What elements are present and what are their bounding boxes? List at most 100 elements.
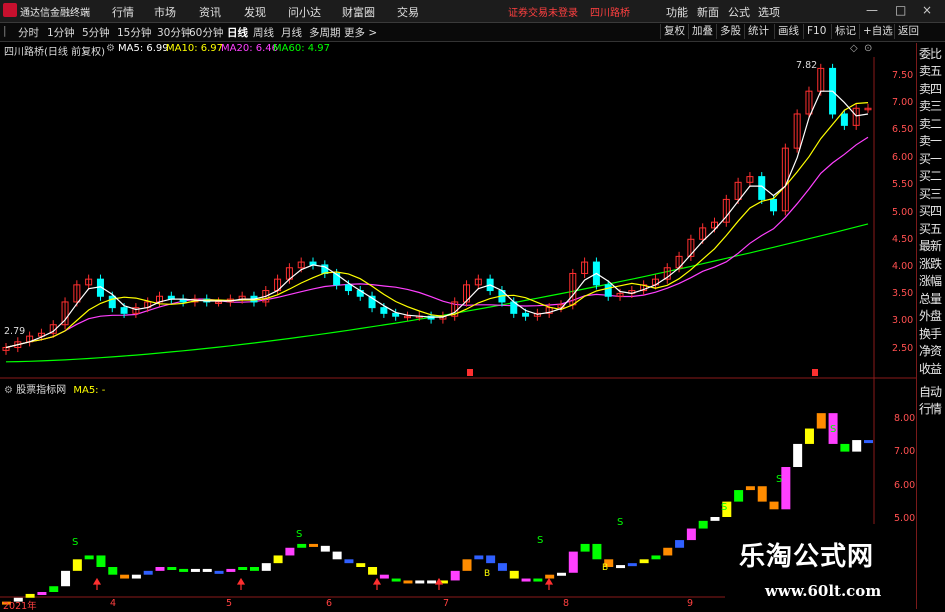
indicator-bar (297, 543, 307, 548)
event-flag-icon (812, 369, 818, 376)
panel-item[interactable]: 买四 (919, 203, 945, 221)
indicator-bar (698, 520, 708, 529)
indicator-bar (533, 578, 543, 582)
indicator-bar (214, 570, 224, 574)
price-tick: 7.50 (892, 70, 914, 81)
indicator-bar (521, 578, 531, 582)
indicator-bar (745, 486, 755, 491)
indicator-bar (639, 559, 649, 564)
indicator-bar (120, 574, 130, 579)
indicator-bar (167, 567, 177, 570)
price-tick: 3.00 (892, 315, 914, 326)
indicator-bar (462, 559, 472, 571)
price-tick: 3.50 (892, 288, 914, 299)
indicator-bar (131, 574, 141, 579)
panel-item[interactable]: 收益 (919, 361, 945, 379)
indicator-bar (261, 563, 271, 571)
panel-item[interactable]: 外盘 (919, 308, 945, 326)
indicator-bar (852, 440, 862, 452)
panel-item[interactable]: 卖三 (919, 98, 945, 116)
indicator-bar (556, 572, 566, 576)
indicator-bar (202, 568, 212, 572)
indicator-bar (309, 543, 319, 547)
buy-arrow-icon (236, 577, 246, 590)
indicator-bar (427, 580, 437, 584)
indicator-bar (486, 555, 496, 564)
indicator-bar (627, 563, 637, 567)
indicator-bar (84, 555, 94, 560)
sell-signal-label: S (537, 535, 543, 546)
panel-item[interactable]: 最新 (919, 238, 945, 256)
indicator-bar (96, 555, 106, 567)
buy-arrow-icon (372, 577, 382, 590)
watermark: 乐淘公式网 www.60lt.com (725, 524, 916, 609)
indicator-name[interactable]: 股票指标网 (16, 385, 66, 396)
indicator-bar (273, 555, 283, 564)
indicator-bar (37, 592, 47, 595)
sell-signal-label: S (617, 517, 623, 528)
indicator-bar (391, 578, 401, 582)
panel-item[interactable]: 涨跌 (919, 256, 945, 274)
panel-item[interactable]: 卖五 (919, 63, 945, 81)
date-tick: 6 (326, 598, 333, 609)
panel-item-auto[interactable]: 自动 (919, 384, 945, 402)
indicator-bar (179, 568, 189, 572)
indicator-bar (356, 563, 366, 567)
panel-item[interactable]: 卖二 (919, 116, 945, 134)
candle-body (604, 284, 612, 297)
indicator-tick: 7.00 (894, 446, 916, 457)
indicator-tick: 8.00 (894, 413, 916, 424)
sell-signal-label: S (296, 529, 302, 540)
panel-item[interactable]: 总量 (919, 291, 945, 309)
sell-signal-label: S (830, 424, 836, 435)
ma60-line (5, 223, 869, 363)
panel-item[interactable]: 买五 (919, 221, 945, 239)
candle-body (840, 113, 848, 126)
indicator-ma: MA5: - (73, 385, 106, 396)
panel-item-quotes[interactable]: 行情 (919, 401, 945, 419)
panel-item[interactable]: 卖四 (919, 81, 945, 99)
indicator-bar (651, 555, 661, 560)
indicator-settings-icon[interactable]: ⚙ (4, 385, 13, 396)
quote-side-panel: 委比 卖五 卖四 卖三 卖二 卖一 买一 买二 买三 买四 买五 最新 涨跌 涨… (916, 43, 945, 609)
panel-item[interactable]: 买一 (919, 151, 945, 169)
ma10-path (5, 102, 869, 349)
low-price-label: 2.79 (4, 326, 26, 337)
ma5-line (5, 90, 869, 349)
date-tick: 7 (443, 598, 450, 609)
price-tick: 7.00 (892, 97, 914, 108)
indicator-bar (616, 565, 626, 569)
buy-signal-label: B (602, 563, 608, 573)
indicator-bar (72, 559, 82, 571)
sell-signal-label: S (72, 537, 78, 548)
candle-body (120, 307, 128, 314)
sell-signal-label: S (721, 502, 727, 513)
ma5-path (5, 90, 869, 349)
ma10-line (5, 102, 869, 349)
candle-body (333, 272, 341, 286)
indicator-bar (497, 563, 507, 571)
indicator-bar (155, 567, 165, 571)
kline-chart[interactable]: S S S S S S S B B (0, 0, 945, 609)
price-tick: 5.50 (892, 179, 914, 190)
date-tick: 9 (687, 598, 694, 609)
buy-signal-label: B (484, 569, 490, 579)
panel-item[interactable]: 委比 (919, 46, 945, 64)
panel-item[interactable]: 买二 (919, 168, 945, 186)
panel-item[interactable]: 净资 (919, 343, 945, 361)
panel-item[interactable]: 卖一 (919, 133, 945, 151)
watermark-title: 乐淘公式网 (739, 542, 875, 572)
buy-arrow-icon (544, 577, 554, 590)
indicator-bar (781, 467, 791, 510)
panel-item[interactable]: 涨幅 (919, 273, 945, 291)
panel-item[interactable]: 换手 (919, 326, 945, 344)
indicator-bar (816, 413, 826, 429)
candle-body (392, 312, 400, 317)
sell-signal-label: S (776, 474, 782, 485)
watermark-url: www.60lt.com (765, 582, 882, 600)
panel-item[interactable]: 买三 (919, 186, 945, 204)
high-price-label: 7.82 (796, 60, 818, 71)
indicator-tick: 5.00 (894, 513, 916, 524)
indicator-bar (864, 440, 873, 444)
indicator-bar (344, 559, 354, 564)
